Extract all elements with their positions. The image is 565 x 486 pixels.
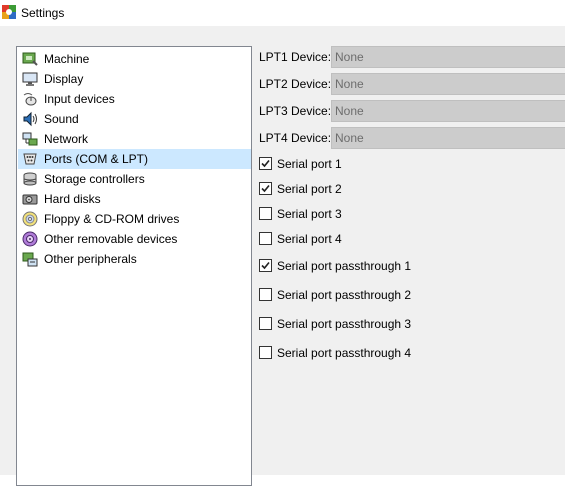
removable-devices-icon	[22, 231, 38, 247]
checkbox-box[interactable]	[259, 157, 272, 170]
sidebar-item-removable-devices[interactable]: Other removable devices	[18, 229, 251, 249]
sidebar-item-other-peripherals[interactable]: Other peripherals	[18, 249, 251, 269]
lpt2-device-select[interactable]: None	[331, 73, 565, 95]
checkbox-label: Serial port 3	[277, 207, 342, 221]
lpt1-row: LPT1 Device: None	[259, 46, 565, 68]
checkbox-label: Serial port passthrough 2	[277, 288, 412, 302]
sidebar-item-label: Ports (COM & LPT)	[44, 152, 149, 166]
sidebar-item-input-devices[interactable]: Input devices	[18, 89, 251, 109]
checkbox-box[interactable]	[259, 346, 272, 359]
title-bar: Settings	[0, 0, 565, 26]
peripherals-icon	[22, 251, 38, 267]
sidebar-item-storage-controllers[interactable]: Storage controllers	[18, 169, 251, 189]
lpt4-row: LPT4 Device: None	[259, 127, 565, 149]
checkbox-box[interactable]	[259, 232, 272, 245]
checkbox-label: Serial port passthrough 1	[277, 259, 412, 273]
checkbox-label: Serial port 4	[277, 232, 342, 246]
checkmark-icon	[261, 159, 270, 168]
sidebar-item-label: Machine	[44, 52, 90, 66]
checkbox-label: Serial port 1	[277, 157, 342, 171]
checkbox-box[interactable]	[259, 288, 272, 301]
sidebar-item-network[interactable]: Network	[18, 129, 251, 149]
lpt2-label: LPT2 Device:	[259, 77, 332, 91]
checkbox-box[interactable]	[259, 207, 272, 220]
lpt3-row: LPT3 Device: None	[259, 100, 565, 122]
sidebar-item-label: Input devices	[44, 92, 115, 106]
settings-panel: Machine Display Input devices Sound Netw…	[0, 26, 565, 486]
checkbox-label: Serial port passthrough 4	[277, 346, 412, 360]
storage-controllers-icon	[22, 171, 38, 187]
sidebar-item-label: Hard disks	[44, 192, 101, 206]
sidebar-item-hard-disks[interactable]: Hard disks	[18, 189, 251, 209]
lpt1-label: LPT1 Device:	[259, 50, 332, 64]
hard-disk-icon	[22, 191, 38, 207]
sidebar-item-machine[interactable]: Machine	[18, 49, 251, 69]
sidebar-item-floppy-cdrom[interactable]: Floppy & CD-ROM drives	[18, 209, 251, 229]
lpt1-device-select[interactable]: None	[331, 46, 565, 68]
checkbox-label: Serial port passthrough 3	[277, 317, 412, 331]
lpt4-label: LPT4 Device:	[259, 131, 332, 145]
sidebar-item-label: Storage controllers	[44, 172, 145, 186]
checkmark-icon	[261, 261, 270, 270]
network-icon	[22, 131, 38, 147]
floppy-cdrom-icon	[22, 211, 38, 227]
lpt4-device-select[interactable]: None	[331, 127, 565, 149]
sidebar-item-label: Other peripherals	[44, 252, 137, 266]
checkbox-box[interactable]	[259, 317, 272, 330]
checkbox-box[interactable]	[259, 182, 272, 195]
lpt3-device-select[interactable]: None	[331, 100, 565, 122]
ports-icon	[22, 151, 38, 167]
category-list[interactable]: Machine Display Input devices Sound Netw…	[16, 46, 252, 486]
sidebar-item-ports[interactable]: Ports (COM & LPT)	[18, 149, 251, 169]
display-icon	[22, 71, 38, 87]
input-devices-icon	[22, 91, 38, 107]
virtualbox-icon	[2, 5, 16, 19]
sound-icon	[22, 111, 38, 127]
sidebar-item-label: Display	[44, 72, 84, 86]
window-title: Settings	[21, 6, 65, 20]
machine-icon	[22, 51, 38, 67]
sidebar-item-label: Floppy & CD-ROM drives	[44, 212, 180, 226]
sidebar-item-label: Network	[44, 132, 89, 146]
sidebar-item-sound[interactable]: Sound	[18, 109, 251, 129]
sidebar-item-label: Sound	[44, 112, 79, 126]
checkbox-label: Serial port 2	[277, 182, 342, 196]
lpt2-row: LPT2 Device: None	[259, 73, 565, 95]
checkmark-icon	[261, 184, 270, 193]
checkbox-box[interactable]	[259, 259, 272, 272]
sidebar-item-display[interactable]: Display	[18, 69, 251, 89]
lpt3-label: LPT3 Device:	[259, 104, 332, 118]
sidebar-item-label: Other removable devices	[44, 232, 178, 246]
